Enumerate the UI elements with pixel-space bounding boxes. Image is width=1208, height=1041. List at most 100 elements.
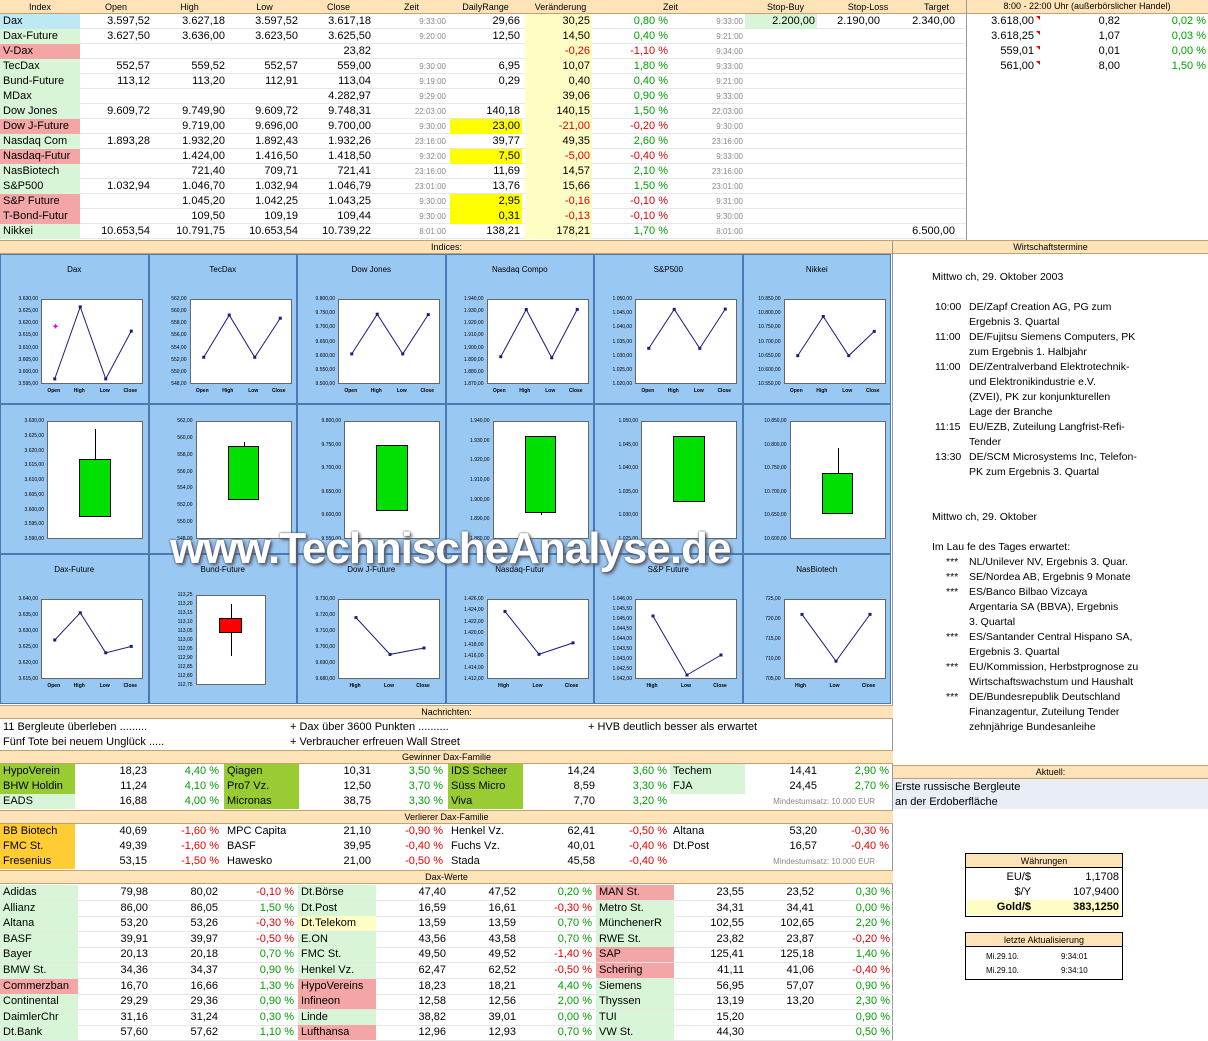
stock-name[interactable]: Techem xyxy=(670,764,745,779)
stock-name[interactable]: Fuchs Vz. xyxy=(448,839,523,854)
dax-stock-name[interactable]: Commerzban xyxy=(0,978,78,994)
dax-stock-name[interactable]: Dt.Bank xyxy=(0,1025,78,1041)
currency-name: EU/$ xyxy=(1006,871,1031,883)
dax-stock-name[interactable]: MAN St. xyxy=(596,885,674,900)
dax-stock-last: 125,18 xyxy=(780,948,814,961)
y-tick-label: 3.615,00 xyxy=(24,462,44,469)
index-name[interactable]: Dax-Future xyxy=(0,29,80,44)
stock-name[interactable]: BHW Holdin xyxy=(0,779,75,794)
news-item[interactable]: + HVB deutlich besser als erwartet xyxy=(588,720,883,735)
index-name[interactable]: V-Dax xyxy=(0,44,80,59)
index-name[interactable]: S&P Future xyxy=(0,194,80,209)
stock-name[interactable]: BASF xyxy=(224,839,299,854)
dax-stock-name[interactable]: HypoVereins xyxy=(298,978,376,994)
dax-stock-name[interactable]: Adidas xyxy=(0,885,78,900)
dax-stock-name[interactable]: BASF xyxy=(0,931,78,947)
dax-stock-name[interactable]: Infineon xyxy=(298,994,376,1010)
y-tick-label: 9.720,00 xyxy=(315,612,335,618)
dax-stock-name[interactable]: MünchenerR xyxy=(596,916,674,932)
stock-name[interactable]: IDS Scheer xyxy=(448,764,523,779)
after-value: 3.618,00 xyxy=(991,15,1034,27)
stock-name[interactable]: Süss Micro xyxy=(448,779,523,794)
dax-stock-name[interactable]: Bayer xyxy=(0,947,78,963)
candle-body xyxy=(376,445,408,511)
stock-name[interactable]: HypoVerein xyxy=(0,764,75,779)
news-item[interactable]: + Verbraucher erfreuen Wall Street xyxy=(290,735,585,750)
dax-stock-name[interactable]: Dt.Börse xyxy=(298,885,376,900)
index-name[interactable]: Nasdaq Com xyxy=(0,134,80,149)
stock-price: 18,23 xyxy=(119,765,147,777)
stock-name[interactable]: Stada xyxy=(448,854,523,869)
low-value: 9.696,00 xyxy=(255,120,298,132)
stock-name[interactable]: Dt.Post xyxy=(670,839,745,854)
index-name[interactable]: Dow Jones xyxy=(0,104,80,119)
chart-panel-2: Dow Jones 9.800,00 9.750,00 9.700,00 9.650,0… xyxy=(297,254,446,404)
close-value: 113,04 xyxy=(338,75,371,87)
stock-name[interactable]: EADS xyxy=(0,794,75,809)
stock-name[interactable]: Hawesko xyxy=(224,854,299,869)
stock-name[interactable]: Henkel Vz. xyxy=(448,824,523,839)
index-name[interactable]: NasBiotech xyxy=(0,164,80,179)
index-name[interactable]: TecDax xyxy=(0,59,80,74)
y-tick-label: 1.880,00 xyxy=(464,368,484,375)
index-name[interactable]: Dow J-Future xyxy=(0,119,80,134)
y-tick-label: 1.424,00 xyxy=(464,607,484,614)
chart-panel-1: TecDax 562,00 560,00 558,00 556,00 554,00 552,… xyxy=(148,254,297,404)
close-value: 23,82 xyxy=(343,45,371,57)
stock-name[interactable]: BB Biotech xyxy=(0,824,75,839)
index-name[interactable]: Nasdaq-Futur xyxy=(0,149,80,164)
dax-stock-name[interactable]: Dt.Post xyxy=(298,900,376,916)
dax-stock-name[interactable]: Thyssen xyxy=(596,994,674,1010)
stock-name[interactable]: FJA xyxy=(670,779,745,794)
dax-stock-name[interactable]: Henkel Vz. xyxy=(298,963,376,978)
wirtschaft-line: 10:00 xyxy=(935,301,962,313)
daily-range: 0,29 xyxy=(498,75,520,87)
stock-price: 49,39 xyxy=(119,840,147,852)
dax-stock-name[interactable]: Metro St. xyxy=(596,900,674,916)
stock-name[interactable]: FMC St. xyxy=(0,839,75,854)
index-name[interactable]: T-Bond-Futur xyxy=(0,209,80,224)
dax-stock-name[interactable]: Allianz xyxy=(0,900,78,916)
dax-stock-name[interactable]: Altana xyxy=(0,916,78,932)
stock-name[interactable]: Altana xyxy=(670,824,745,839)
header-5: Zeit xyxy=(403,2,419,12)
stock-price: 62,41 xyxy=(567,825,595,837)
stock-name[interactable]: Pro7 Vz. xyxy=(224,779,299,794)
index-name[interactable]: Nikkei xyxy=(0,224,80,239)
dax-stock-name[interactable]: Lufthansa xyxy=(298,1025,376,1041)
stock-name[interactable]: MPC Capita xyxy=(224,824,299,839)
dax-stock-name[interactable]: RWE St. xyxy=(596,931,674,947)
dax-stock-name[interactable]: TUI xyxy=(596,1009,674,1025)
header-11: Target xyxy=(923,2,949,12)
dax-stock-name[interactable]: Schering xyxy=(596,963,674,978)
stock-pct: -0,90 % xyxy=(405,825,443,837)
dax-stock-name[interactable]: Dt.Telekom xyxy=(298,916,376,932)
index-name[interactable]: Dax xyxy=(0,14,80,29)
y-tick-label: 1.044,50 xyxy=(612,626,632,632)
y-tick-label: 1.045,00 xyxy=(612,310,632,317)
news-item[interactable]: + Dax über 3600 Punkten .......... xyxy=(290,720,585,735)
dax-stock-name[interactable]: BMW St. xyxy=(0,963,78,978)
stock-pct: 2,90 % xyxy=(854,765,889,777)
dax-stock-name[interactable]: FMC St. xyxy=(298,947,376,963)
stock-name[interactable]: Fresenius xyxy=(0,854,75,869)
dax-stock-name[interactable]: E.ON xyxy=(298,931,376,947)
stock-name[interactable]: Viva xyxy=(448,794,523,809)
plot-area xyxy=(783,599,886,679)
dax-stock-name[interactable]: Linde xyxy=(298,1009,376,1025)
dax-stock-name[interactable]: Siemens xyxy=(596,978,674,994)
time2-value: 9:33:00 xyxy=(716,92,743,101)
news-item[interactable]: 11 Bergleute überleben ......... xyxy=(3,720,298,735)
index-name[interactable]: Bund-Future xyxy=(0,74,80,89)
index-name[interactable]: S&P500 xyxy=(0,179,80,194)
stock-name[interactable]: Qiagen xyxy=(224,764,299,779)
daily-range: 140,18 xyxy=(486,105,520,117)
dax-stock-name[interactable]: VW St. xyxy=(596,1025,674,1041)
dax-stock-name[interactable]: DaimlerChr xyxy=(0,1009,78,1025)
stock-name[interactable]: Micronas xyxy=(224,794,299,809)
dax-stock-name[interactable]: SAP xyxy=(596,947,674,963)
index-name[interactable]: MDax xyxy=(0,89,80,104)
news-item[interactable]: Fünf Tote bei neuem Unglück ..... xyxy=(3,735,298,750)
min-turnover: Mindestumsatz: 10.000 EUR xyxy=(773,857,875,866)
dax-stock-name[interactable]: Continental xyxy=(0,994,78,1010)
